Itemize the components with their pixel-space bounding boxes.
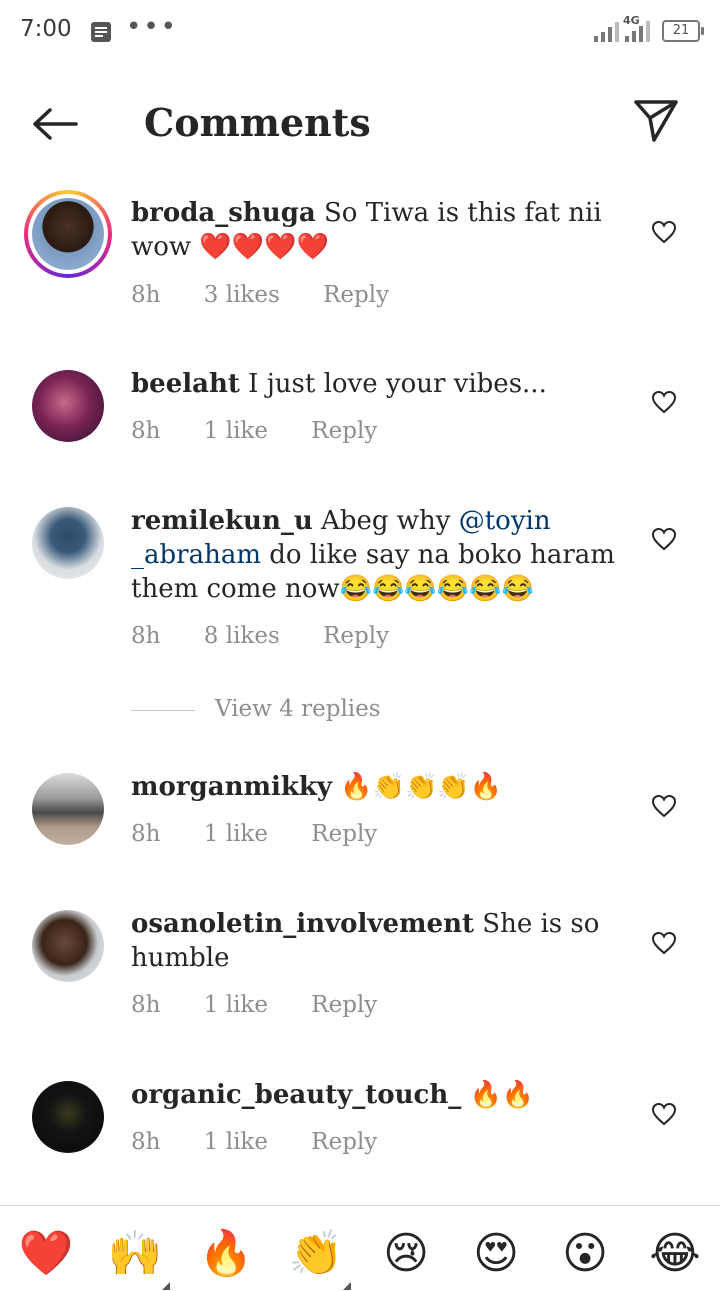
heart-icon[interactable] — [651, 931, 677, 955]
comment-text: 🔥🔥 — [469, 1080, 535, 1110]
comment-likes[interactable]: 1 like — [204, 992, 268, 1018]
heart-icon[interactable] — [651, 220, 677, 244]
emoji-heart-button[interactable]: ❤️ — [18, 1226, 74, 1282]
avatar[interactable] — [32, 507, 104, 579]
status-bar: 7:00 ••• 4G 21 — [0, 0, 720, 64]
reply-button[interactable]: Reply — [323, 623, 389, 649]
comment-text: I just love your vibes... — [248, 369, 547, 399]
skin-tone-indicator-icon — [343, 1282, 351, 1290]
comment-time: 8h — [131, 282, 161, 308]
heart-icon[interactable] — [651, 794, 677, 818]
heart-icon[interactable] — [651, 527, 677, 551]
emoji-raised-hands-button[interactable]: 🙌 — [107, 1226, 163, 1282]
comment-username[interactable]: broda_shuga — [131, 198, 316, 228]
comment-likes[interactable]: 3 likes — [204, 282, 280, 308]
reply-button[interactable]: Reply — [311, 418, 377, 444]
comment-time: 8h — [131, 821, 161, 847]
notification-icon — [91, 22, 111, 42]
comment-username[interactable]: remilekun_u — [131, 506, 313, 536]
comment-username[interactable]: morganmikky — [131, 772, 332, 802]
comment-username[interactable]: beelaht — [131, 369, 240, 399]
comment-text: 🔥👏👏👏🔥 — [340, 772, 503, 802]
comment-text-2: wow ❤️❤️❤️❤️ — [131, 232, 329, 262]
avatar[interactable] — [32, 773, 104, 845]
comment-time: 8h — [131, 992, 161, 1018]
reply-button[interactable]: Reply — [311, 992, 377, 1018]
avatar[interactable] — [32, 910, 104, 982]
comment-time: 8h — [131, 623, 161, 649]
avatar[interactable] — [32, 1081, 104, 1153]
avatar[interactable] — [32, 370, 104, 442]
comment-likes[interactable]: 1 like — [204, 418, 268, 444]
header: Comments — [0, 64, 720, 184]
emoji-reaction-bar: ❤️ 🙌 🔥 👏 😢 😍 😮 😂 — [0, 1205, 720, 1291]
more-notifications-icon: ••• — [126, 12, 179, 42]
reply-button[interactable]: Reply — [311, 1129, 377, 1155]
skin-tone-indicator-icon — [162, 1282, 170, 1290]
comment-text: Abeg why — [321, 506, 451, 536]
battery-icon: 21 — [662, 20, 704, 42]
emoji-clap-button[interactable]: 👏 — [288, 1226, 344, 1282]
emoji-fire-button[interactable]: 🔥 — [198, 1226, 254, 1282]
emoji-heart-eyes-button[interactable]: 😍 — [468, 1226, 524, 1282]
emoji-laughing-button[interactable]: 😂 — [647, 1226, 703, 1282]
heart-icon[interactable] — [651, 390, 677, 414]
emoji-crying-button[interactable]: 😢 — [378, 1226, 434, 1282]
send-icon[interactable] — [632, 98, 680, 144]
signal-icon-2 — [625, 21, 650, 42]
view-replies-button[interactable]: View 4 replies — [131, 696, 381, 722]
status-time: 7:00 — [20, 16, 72, 42]
heart-icon[interactable] — [651, 1102, 677, 1126]
comment-text: So Tiwa is this fat nii — [323, 198, 602, 228]
reply-button[interactable]: Reply — [323, 282, 389, 308]
comment-username[interactable]: organic_beauty_touch_ — [131, 1080, 461, 1110]
page-title: Comments — [144, 100, 371, 145]
divider-line — [131, 709, 195, 711]
view-replies-label: View 4 replies — [215, 696, 381, 722]
back-arrow-icon[interactable] — [30, 104, 80, 144]
comment-username[interactable]: osanoletin_involvement — [131, 909, 474, 939]
comment-likes[interactable]: 1 like — [204, 821, 268, 847]
comment-likes[interactable]: 8 likes — [204, 623, 280, 649]
comment-likes[interactable]: 1 like — [204, 1129, 268, 1155]
comment-time: 8h — [131, 1129, 161, 1155]
reply-button[interactable]: Reply — [311, 821, 377, 847]
comment-time: 8h — [131, 418, 161, 444]
emoji-surprised-button[interactable]: 😮 — [557, 1226, 613, 1282]
signal-icon — [594, 22, 619, 42]
avatar[interactable] — [24, 190, 112, 278]
